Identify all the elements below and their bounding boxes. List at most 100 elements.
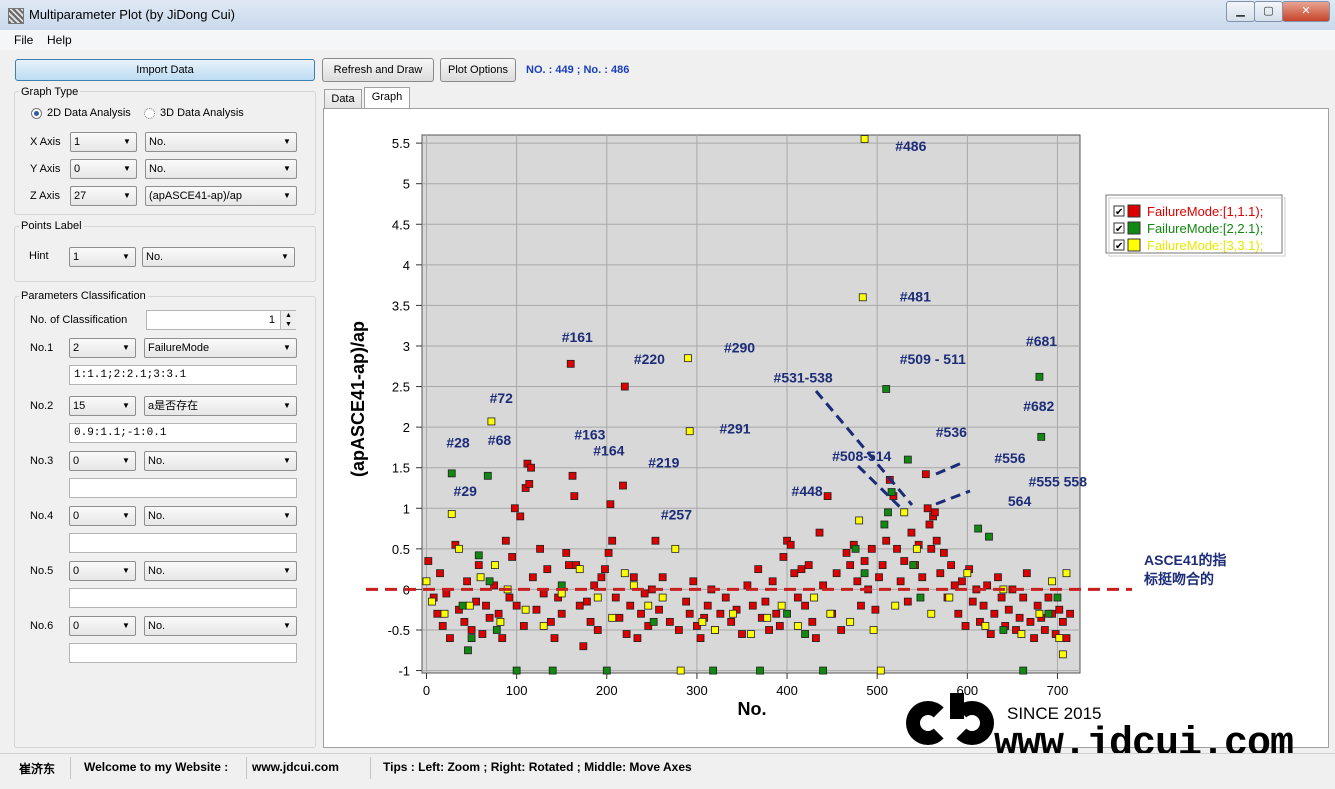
data-point-series-2[interactable]: [974, 524, 983, 533]
data-point-series-1[interactable]: [674, 626, 683, 634]
data-point-series-1[interactable]: [597, 573, 606, 582]
data-point-series-1[interactable]: [658, 573, 667, 582]
data-point-series-2[interactable]: [649, 617, 658, 626]
data-point-series-1[interactable]: [566, 359, 575, 368]
data-point-series-3[interactable]: [747, 630, 755, 638]
data-point-series-3[interactable]: [1062, 569, 1071, 578]
radio-2d[interactable]: [31, 108, 42, 119]
data-point-series-2[interactable]: [801, 630, 809, 638]
data-point-series-3[interactable]: [869, 626, 878, 634]
data-point-series-3[interactable]: [1048, 577, 1056, 586]
data-point-series-1[interactable]: [930, 508, 939, 517]
data-point-series-2[interactable]: [1053, 593, 1062, 602]
data-point-series-1[interactable]: [936, 569, 945, 578]
data-point-series-1[interactable]: [1055, 605, 1064, 614]
data-point-series-2[interactable]: [602, 666, 611, 675]
data-point-series-2[interactable]: [1019, 666, 1028, 675]
data-point-series-1[interactable]: [586, 617, 595, 626]
data-point-series-3[interactable]: [676, 666, 685, 675]
data-point-series-1[interactable]: [467, 626, 476, 634]
y-axis-field-select[interactable]: No. ▼: [145, 159, 297, 179]
data-point-series-1[interactable]: [842, 549, 851, 557]
class-row-4-field[interactable]: No. ▼: [144, 506, 297, 526]
data-point-series-3[interactable]: [1017, 630, 1026, 638]
data-point-series-1[interactable]: [633, 634, 642, 643]
data-point-series-3[interactable]: [447, 510, 456, 518]
data-point-series-2[interactable]: [916, 593, 925, 602]
data-point-series-1[interactable]: [570, 492, 579, 501]
data-point-series-3[interactable]: [963, 569, 972, 578]
data-point-series-2[interactable]: [999, 626, 1008, 634]
data-point-series-1[interactable]: [606, 500, 615, 509]
data-point-series-2[interactable]: [884, 508, 892, 517]
data-point-series-2[interactable]: [860, 569, 869, 578]
data-point-series-3[interactable]: [658, 593, 667, 602]
data-point-series-1[interactable]: [808, 617, 817, 626]
data-point-series-1[interactable]: [1022, 569, 1031, 578]
data-point-series-1[interactable]: [832, 569, 841, 578]
data-point-series-1[interactable]: [793, 593, 802, 602]
z-axis-index-select[interactable]: 27 ▼: [70, 186, 137, 206]
data-point-series-1[interactable]: [1030, 634, 1038, 643]
class-row-6-ranges[interactable]: [69, 643, 297, 663]
hint-field-select[interactable]: No. ▼: [142, 247, 295, 267]
data-point-series-1[interactable]: [867, 544, 876, 553]
data-point-series-1[interactable]: [761, 597, 770, 606]
data-point-series-1[interactable]: [626, 601, 635, 610]
data-point-series-1[interactable]: [620, 382, 629, 391]
data-point-series-3[interactable]: [671, 544, 680, 553]
data-point-series-1[interactable]: [983, 581, 992, 590]
data-point-series-1[interactable]: [536, 544, 544, 553]
data-point-series-1[interactable]: [961, 622, 970, 630]
data-point-series-3[interactable]: [496, 617, 505, 626]
data-point-series-3[interactable]: [711, 626, 719, 634]
data-point-series-3[interactable]: [927, 609, 936, 618]
data-point-series-2[interactable]: [474, 551, 483, 560]
data-point-series-1[interactable]: [651, 536, 660, 545]
data-point-series-1[interactable]: [1015, 613, 1024, 622]
class-row-6-index[interactable]: 0 ▼: [69, 616, 136, 636]
data-point-series-1[interactable]: [979, 601, 988, 610]
data-point-series-1[interactable]: [871, 605, 880, 614]
data-point-series-1[interactable]: [811, 634, 820, 643]
data-point-series-3[interactable]: [557, 589, 566, 598]
data-point-series-1[interactable]: [748, 601, 757, 610]
data-point-series-1[interactable]: [878, 561, 887, 569]
import-data-button[interactable]: Import Data: [15, 59, 315, 81]
class-row-3-index[interactable]: 0 ▼: [69, 451, 136, 471]
data-point-series-1[interactable]: [1019, 593, 1028, 602]
data-point-series-1[interactable]: [721, 593, 730, 602]
data-point-series-1[interactable]: [875, 573, 883, 582]
class-row-2-index[interactable]: 15 ▼: [69, 396, 136, 416]
data-point-series-3[interactable]: [945, 593, 954, 602]
data-point-series-2[interactable]: [1044, 609, 1053, 618]
data-point-series-1[interactable]: [579, 642, 588, 651]
data-point-series-3[interactable]: [491, 561, 499, 569]
data-point-series-1[interactable]: [738, 630, 746, 638]
data-point-series-1[interactable]: [790, 569, 799, 578]
data-point-series-1[interactable]: [775, 622, 784, 630]
data-point-series-1[interactable]: [665, 617, 674, 626]
data-point-series-1[interactable]: [433, 609, 442, 618]
data-point-series-1[interactable]: [968, 597, 977, 606]
data-point-series-2[interactable]: [512, 666, 521, 675]
data-point-series-1[interactable]: [819, 581, 828, 590]
data-point-series-3[interactable]: [1055, 634, 1064, 643]
data-point-series-3[interactable]: [810, 593, 818, 602]
data-point-series-1[interactable]: [893, 544, 901, 553]
data-point-series-3[interactable]: [521, 605, 530, 614]
data-point-series-2[interactable]: [464, 646, 472, 655]
data-point-series-1[interactable]: [1040, 626, 1049, 634]
data-point-series-1[interactable]: [925, 520, 934, 529]
data-point-series-2[interactable]: [909, 561, 918, 569]
data-point-series-2[interactable]: [467, 634, 476, 643]
data-point-series-3[interactable]: [855, 516, 864, 525]
data-point-series-1[interactable]: [716, 609, 725, 618]
tab-data[interactable]: Data: [324, 89, 362, 109]
data-point-series-1[interactable]: [997, 593, 1006, 602]
data-point-series-3[interactable]: [763, 613, 772, 622]
data-point-series-2[interactable]: [1035, 372, 1044, 381]
data-point-series-1[interactable]: [786, 540, 795, 549]
z-axis-field-select[interactable]: (apASCE41-ap)/ap ▼: [145, 186, 297, 206]
data-point-series-3[interactable]: [698, 617, 707, 626]
